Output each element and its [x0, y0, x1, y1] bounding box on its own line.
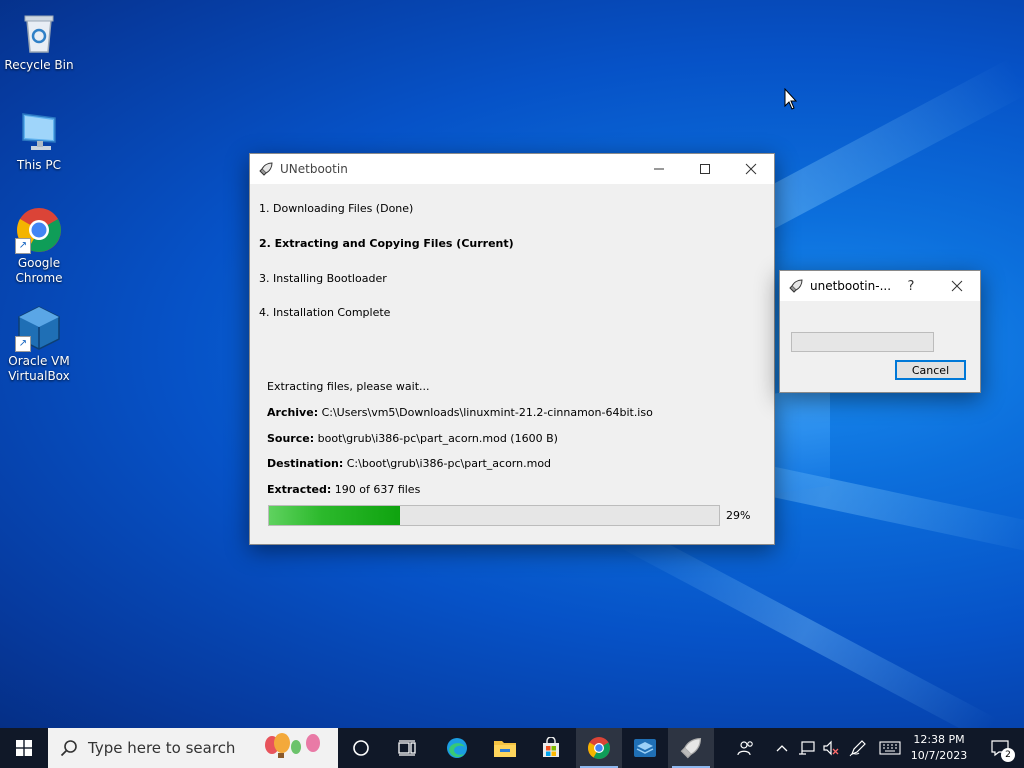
maximize-button[interactable]: [682, 154, 728, 184]
pen-icon: [849, 740, 866, 757]
search-placeholder: Type here to search: [88, 739, 236, 757]
desktop-icon-virtualbox[interactable]: ↗ Oracle VM VirtualBox: [1, 304, 77, 384]
chrome-icon: [588, 737, 610, 759]
desktop-icon-label: Oracle VM VirtualBox: [8, 354, 70, 383]
unetbootin-rocket-icon: [789, 279, 803, 293]
dialog-progress-bar: [791, 332, 934, 352]
chrome-icon: ↗: [15, 206, 63, 254]
unetbootin-rocket-icon: [680, 737, 702, 759]
progress-fill: [269, 506, 400, 525]
minimize-button[interactable]: [636, 154, 682, 184]
shortcut-arrow-icon: ↗: [15, 336, 31, 352]
desktop-icon-recycle-bin[interactable]: Recycle Bin: [1, 8, 77, 73]
show-hidden-icons-button[interactable]: [770, 728, 794, 768]
dialog-titlebar[interactable]: unetbootin-... ?: [780, 271, 980, 301]
cortana-circle-icon: [353, 740, 369, 756]
folder-icon: [494, 741, 516, 757]
start-button[interactable]: [0, 728, 48, 768]
edge-icon: [447, 738, 467, 758]
action-center-button[interactable]: 2: [980, 728, 1020, 768]
taskbar: Type here to search 12:38 PM 10/7/2023 2: [0, 728, 1024, 768]
source-value: boot\grub\i386-pc\part_acorn.mod (1600 B…: [317, 432, 558, 445]
clock-date: 10/7/2023: [910, 749, 968, 762]
step-downloading: 1. Downloading Files (Done): [259, 202, 414, 215]
extracted-label: Extracted:: [267, 483, 332, 496]
desktop-icon-this-pc[interactable]: This PC: [1, 108, 77, 173]
destination-value: C:\boot\grub\i386-pc\part_acorn.mod: [346, 457, 552, 470]
desktop-icon-label: This PC: [17, 158, 61, 172]
window-titlebar[interactable]: UNetbootin: [250, 154, 774, 184]
close-icon: [951, 280, 963, 292]
wallpaper-beam: [613, 521, 997, 728]
computer-icon: [15, 108, 63, 156]
people-button[interactable]: [734, 728, 758, 768]
step-installing-bootloader: 3. Installing Bootloader: [259, 272, 387, 285]
volume-button[interactable]: [819, 728, 843, 768]
unetbootin-rocket-icon: [259, 162, 273, 176]
archive-line: Archive: C:\Users\vm5\Downloads\linuxmin…: [267, 406, 653, 419]
cortana-button[interactable]: [338, 728, 384, 768]
store-taskbar-button[interactable]: [528, 728, 574, 768]
wallpaper-logo: [770, 385, 830, 495]
task-view-icon: [398, 740, 416, 756]
notification-count-badge: 2: [1001, 748, 1015, 762]
recycle-bin-icon: [15, 8, 63, 56]
task-view-button[interactable]: [384, 728, 430, 768]
extracted-value: 190 of 637 files: [334, 483, 421, 496]
desktop-icon-google-chrome[interactable]: ↗ Google Chrome: [1, 206, 77, 286]
archive-value: C:\Users\vm5\Downloads\linuxmint-21.2-ci…: [321, 406, 653, 419]
dialog-title: unetbootin-...: [810, 279, 892, 293]
desktop-icon-label: Google Chrome: [15, 256, 63, 285]
unetbootin-taskbar-button[interactable]: [668, 728, 714, 768]
search-icon: [60, 740, 77, 757]
taskbar-search-box[interactable]: Type here to search: [48, 728, 338, 768]
extraction-progress-bar: [268, 505, 720, 526]
file-explorer-taskbar-button[interactable]: [482, 728, 528, 768]
touch-keyboard-button[interactable]: [876, 728, 904, 768]
virtualbox-icon: [634, 739, 656, 757]
extracted-line: Extracted: 190 of 637 files: [267, 483, 420, 496]
taskbar-clock[interactable]: 12:38 PM 10/7/2023: [904, 732, 974, 764]
pen-workspace-button[interactable]: [846, 728, 870, 768]
windows-logo-icon: [16, 740, 32, 756]
shortcut-arrow-icon: ↗: [15, 238, 31, 254]
status-text: Extracting files, please wait...: [267, 380, 430, 393]
step-extracting: 2. Extracting and Copying Files (Current…: [259, 237, 514, 250]
maximize-icon: [700, 164, 710, 174]
minimize-icon: [654, 168, 664, 170]
store-bag-icon: [543, 737, 559, 757]
window-title: UNetbootin: [280, 162, 348, 176]
network-icon: [799, 741, 815, 755]
archive-label: Archive:: [267, 406, 319, 419]
virtualbox-icon: ↗: [15, 304, 63, 352]
step-installation-complete: 4. Installation Complete: [259, 306, 391, 319]
balloons-icon: [265, 733, 320, 758]
keyboard-icon: [879, 741, 901, 755]
mouse-cursor-icon: [784, 87, 798, 114]
progress-percent: 29%: [726, 509, 751, 522]
volume-muted-icon: [823, 740, 839, 756]
chrome-taskbar-button[interactable]: [576, 728, 622, 768]
source-label: Source:: [267, 432, 315, 445]
unetbootin-window[interactable]: UNetbootin 1. Downloading Files (Done) 2…: [249, 153, 775, 545]
destination-label: Destination:: [267, 457, 344, 470]
cancel-button[interactable]: Cancel: [895, 360, 966, 380]
edge-taskbar-button[interactable]: [434, 728, 480, 768]
dialog-close-button[interactable]: [934, 271, 980, 301]
network-button[interactable]: [795, 728, 819, 768]
people-icon: [737, 741, 753, 756]
unetbootin-progress-dialog[interactable]: unetbootin-... ? Cancel: [779, 270, 981, 393]
close-button[interactable]: [728, 154, 774, 184]
destination-line: Destination: C:\boot\grub\i386-pc\part_a…: [267, 457, 551, 470]
desktop-icon-label: Recycle Bin: [4, 58, 74, 72]
close-icon: [745, 163, 757, 175]
virtualbox-taskbar-button[interactable]: [622, 728, 668, 768]
source-line: Source: boot\grub\i386-pc\part_acorn.mod…: [267, 432, 558, 445]
help-button[interactable]: ?: [888, 271, 934, 301]
clock-time: 12:38 PM: [913, 733, 965, 746]
chevron-up-icon: [776, 745, 788, 752]
